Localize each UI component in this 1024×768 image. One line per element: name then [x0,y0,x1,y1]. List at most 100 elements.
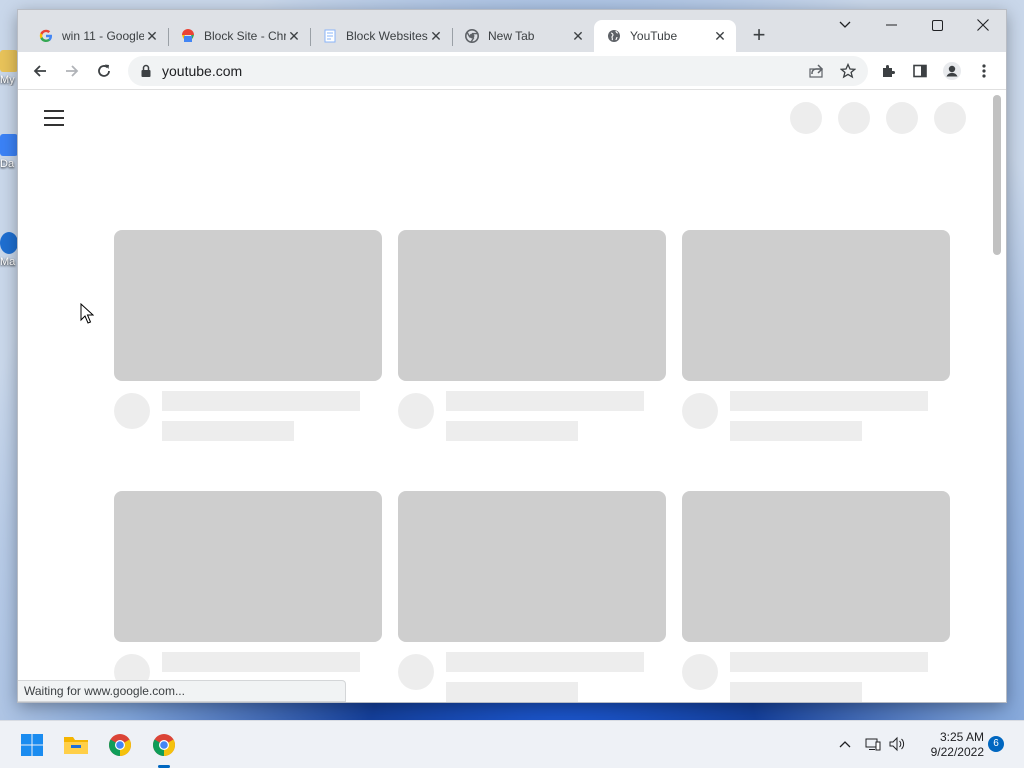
status-bubble: Waiting for www.google.com... [18,680,346,702]
video-skeleton-card [682,230,950,441]
lock-icon [141,64,151,77]
app-icon [0,134,18,156]
reload-button[interactable] [92,59,116,83]
title-placeholder [446,391,644,411]
maximize-button[interactable] [914,10,960,40]
profile-button[interactable] [940,59,964,83]
forward-button[interactable] [60,59,84,83]
share-icon [809,64,824,78]
close-icon[interactable]: ✕ [428,28,444,44]
thumbnail-placeholder [682,230,950,381]
close-window-button[interactable] [960,10,1006,40]
mouse-cursor-icon [80,303,94,324]
avatar-placeholder [682,654,718,690]
minimize-icon [885,24,897,26]
video-skeleton-card [114,491,382,702]
edge-icon [0,232,18,254]
tab-block-site-webstore[interactable]: Block Site - Chrome ✕ [168,20,310,52]
new-tab-button[interactable]: + [748,24,770,47]
chrome-webstore-icon [180,28,196,44]
profile-avatar-icon [943,62,961,80]
puzzle-icon [883,65,895,77]
desktop-icon-label: My [0,74,15,86]
thumbnail-placeholder [114,491,382,642]
globe-icon [606,28,622,44]
address-url: youtube.com [162,63,243,79]
clock-date: 9/22/2022 [930,745,984,759]
tab-title: Block Site - Chrome [204,29,286,43]
desktop-icon-1[interactable]: My [0,50,18,86]
side-panel-button[interactable] [908,59,932,83]
tab-google-search[interactable]: win 11 - Google ✕ [26,20,168,52]
meta-placeholder [446,682,578,702]
hamburger-menu-icon[interactable] [44,110,64,126]
network-button[interactable] [864,735,882,753]
close-icon [977,19,989,31]
google-icon [38,28,54,44]
browser-window: win 11 - Google ✕ Block Site - Chrome ✕ … [18,10,1006,702]
tab-title: Block Websites [346,29,428,43]
address-bar[interactable]: youtube.com [128,56,868,86]
tab-new-tab[interactable]: New Tab ✕ [452,20,594,52]
file-explorer-icon [64,737,88,754]
start-button[interactable] [16,729,48,761]
desktop-icon-label: Ma [0,256,16,268]
video-skeleton-card [114,230,382,441]
side-panel-icon [913,64,927,78]
tab-youtube[interactable]: YouTube ✕ [594,20,736,52]
taskbar-clock[interactable]: 3:25 AM 9/22/2022 [912,730,984,760]
placeholder-circle [838,102,870,134]
meta-placeholder [446,421,578,441]
tab-title: YouTube [630,29,678,43]
video-skeleton-card [682,491,950,702]
tab-search-button[interactable] [822,10,868,40]
tab-title: New Tab [488,29,535,43]
windows-start-icon [21,734,43,756]
extensions-button[interactable] [876,59,900,83]
chevron-down-icon [839,21,851,28]
maximize-icon [931,19,943,31]
close-icon[interactable]: ✕ [570,28,586,44]
volume-button[interactable] [888,735,906,753]
desktop-icon-3[interactable]: Ma [0,232,18,268]
taskbar: 3:25 AM 9/22/2022 6 [0,720,1024,768]
folder-icon [0,50,18,72]
desktop-icon-2[interactable]: Da [0,134,18,170]
speaker-icon [889,736,905,752]
close-icon[interactable]: ✕ [144,28,160,44]
avatar-placeholder [398,393,434,429]
avatar-placeholder [682,393,718,429]
avatar-placeholder [114,393,150,429]
chrome-icon [153,734,175,756]
meta-placeholder [730,421,862,441]
share-button[interactable] [804,59,828,83]
close-icon[interactable]: ✕ [286,28,302,44]
title-placeholder [446,652,644,672]
back-button[interactable] [28,59,52,83]
video-skeleton-card [398,491,666,702]
minimize-button[interactable] [868,10,914,40]
chrome-taskbar-button[interactable] [104,729,136,761]
page-icon [322,28,338,44]
close-icon[interactable]: ✕ [712,28,728,44]
tab-block-websites[interactable]: Block Websites ✕ [310,20,452,52]
chrome-active-taskbar-button[interactable] [148,729,180,761]
more-vert-icon [982,64,986,78]
tab-title: win 11 - Google [62,29,144,43]
video-skeleton-card [398,230,666,441]
vertical-scrollbar[interactable] [993,95,1001,255]
show-hidden-icons-button[interactable] [836,735,854,753]
title-placeholder [730,391,928,411]
placeholder-circle [934,102,966,134]
bookmark-button[interactable] [836,59,860,83]
notification-badge[interactable]: 6 [988,736,1004,752]
desktop-icon-label: Da [0,158,15,170]
star-icon [840,63,856,79]
chevron-up-icon [839,741,851,748]
thumbnail-placeholder [398,230,666,381]
file-explorer-button[interactable] [60,729,92,761]
menu-button[interactable] [972,59,996,83]
network-icon [865,738,881,751]
chrome-icon [464,28,480,44]
reload-icon [98,64,110,77]
